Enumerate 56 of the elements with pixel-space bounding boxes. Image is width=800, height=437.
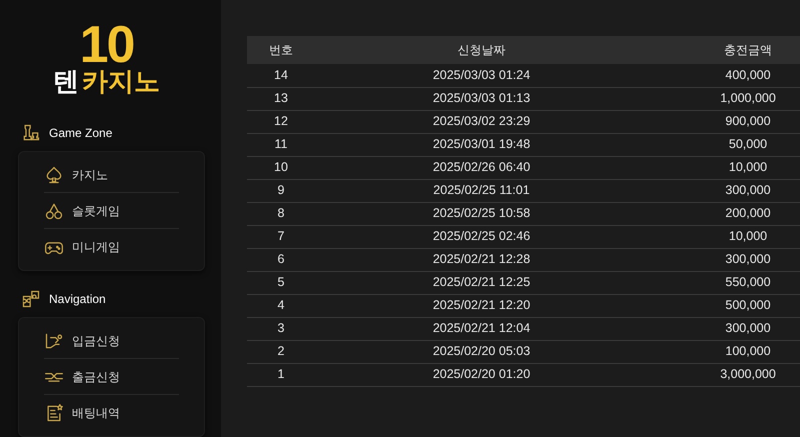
table-cell: 300,000 bbox=[648, 248, 800, 271]
table-cell: 3,000,000 bbox=[648, 363, 800, 386]
table-cell: 2025/02/21 12:20 bbox=[315, 294, 648, 317]
table-cell: 2025/02/21 12:28 bbox=[315, 248, 648, 271]
table-cell: 8 bbox=[247, 202, 315, 225]
table-cell: 10 bbox=[247, 156, 315, 179]
table-cell: 2025/03/03 01:24 bbox=[315, 64, 648, 87]
table-cell: 200,000 bbox=[648, 202, 800, 225]
table-cell: 2025/02/25 10:58 bbox=[315, 202, 648, 225]
column-header: 충전금액 bbox=[648, 36, 800, 64]
table-cell: 9 bbox=[247, 179, 315, 202]
table-cell: 3 bbox=[247, 317, 315, 340]
table-cell: 300,000 bbox=[648, 317, 800, 340]
column-header: 번호 bbox=[247, 36, 315, 64]
section-title: Navigation bbox=[49, 291, 106, 308]
column-header: 신청날짜 bbox=[315, 36, 648, 64]
menu-item[interactable]: 슬롯게임 bbox=[44, 193, 179, 229]
table-cell: 2025/02/26 06:40 bbox=[315, 156, 648, 179]
table-cell: 400,000 bbox=[648, 64, 800, 87]
table-cell: 2025/03/02 23:29 bbox=[315, 110, 648, 133]
table-cell: 2025/02/25 11:01 bbox=[315, 179, 648, 202]
table-cell: 50,000 bbox=[648, 133, 800, 156]
table-cell: 2025/03/03 01:13 bbox=[315, 87, 648, 110]
logo[interactable]: 10 텐 카지노 bbox=[53, 20, 160, 99]
table-cell: 6 bbox=[247, 248, 315, 271]
table-cell: 10,000 bbox=[648, 156, 800, 179]
table-cell: 4 bbox=[247, 294, 315, 317]
table-cell: 2025/02/21 12:25 bbox=[315, 271, 648, 294]
table-cell: 7 bbox=[247, 225, 315, 248]
table-cell: 300,000 bbox=[648, 179, 800, 202]
table-cell: 100,000 bbox=[648, 340, 800, 363]
section-title: Game Zone bbox=[49, 125, 112, 142]
menu-item[interactable]: 입금신청 bbox=[44, 323, 179, 359]
table-cell: 1 bbox=[247, 363, 315, 386]
table-cell: 2 bbox=[247, 340, 315, 363]
table-cell: 1,000,000 bbox=[648, 87, 800, 110]
table-cell: 11 bbox=[247, 133, 315, 156]
table-cell: 2025/02/20 05:03 bbox=[315, 340, 648, 363]
menu-item[interactable]: 출금신청 bbox=[44, 359, 179, 395]
table-cell: 13 bbox=[247, 87, 315, 110]
menu-item[interactable]: 미니게임 bbox=[44, 229, 179, 265]
table-cell: 2025/02/25 02:46 bbox=[315, 225, 648, 248]
table-cell: 2025/03/01 19:48 bbox=[315, 133, 648, 156]
table-cell: 2025/02/20 01:20 bbox=[315, 363, 648, 386]
menu-item[interactable]: 카지노 bbox=[44, 157, 179, 193]
table-cell: 550,000 bbox=[648, 271, 800, 294]
table-cell: 14 bbox=[247, 64, 315, 87]
menu-item[interactable]: 배팅내역 bbox=[44, 395, 179, 431]
table-cell: 10,000 bbox=[648, 225, 800, 248]
table-cell: 500,000 bbox=[648, 294, 800, 317]
table-cell: 2025/02/21 12:04 bbox=[315, 317, 648, 340]
spade-icon bbox=[44, 164, 64, 184]
table-cell: 5 bbox=[247, 271, 315, 294]
cherry-icon bbox=[44, 200, 64, 220]
table-cell: 900,000 bbox=[648, 110, 800, 133]
table-cell: 12 bbox=[247, 110, 315, 133]
